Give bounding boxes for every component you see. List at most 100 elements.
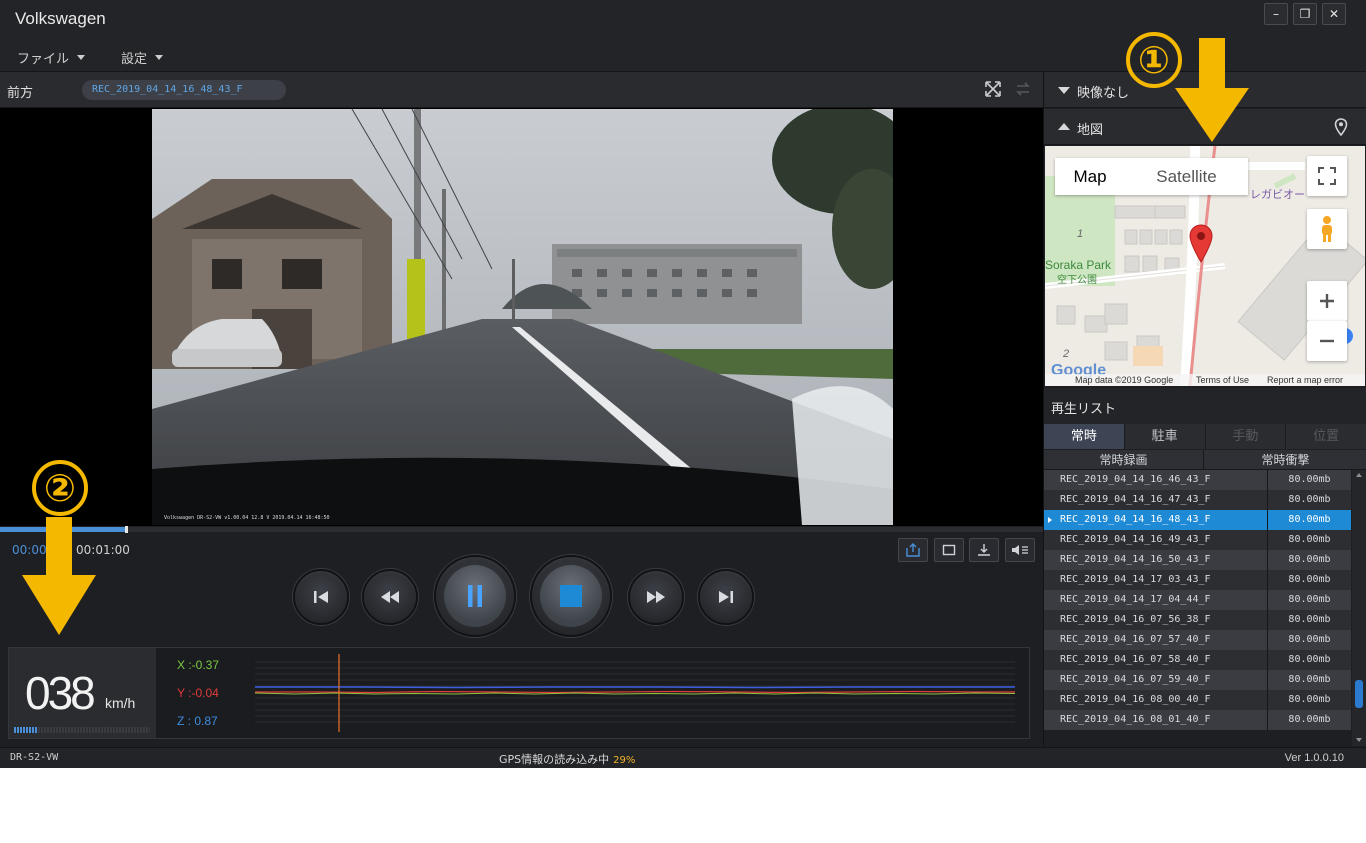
file-size: 80.00mb <box>1288 714 1331 725</box>
seek-bar[interactable] <box>0 526 1043 533</box>
file-list-row[interactable]: REC_2019_04_14_16_49_43_F 80.00mb <box>1044 530 1351 550</box>
pause-button[interactable] <box>434 555 516 637</box>
scroll-down-icon[interactable] <box>1356 738 1362 742</box>
g-sensor-x-value: X :-0.37 <box>177 658 220 672</box>
file-list-row[interactable]: REC_2019_04_14_17_04_44_F 80.00mb <box>1044 590 1351 610</box>
export-icon <box>906 543 920 557</box>
g-sensor-graph[interactable] <box>255 654 1015 732</box>
subhead-continuous-impact[interactable]: 常時衝撃 <box>1204 450 1366 469</box>
map-label-shop: レガビオー <box>1250 189 1305 201</box>
g-sensor-y-value: Y :-0.04 <box>177 686 219 700</box>
file-list-row[interactable]: REC_2019_04_16_08_00_40_F 80.00mb <box>1044 690 1351 710</box>
volume-button[interactable] <box>1005 538 1035 562</box>
file-name: REC_2019_04_14_16_46_43_F <box>1044 470 1268 490</box>
file-list-row[interactable]: REC_2019_04_14_17_03_43_F 80.00mb <box>1044 570 1351 590</box>
device-name: DR-S2-VW <box>10 752 59 763</box>
file-size: 80.00mb <box>1288 554 1331 565</box>
tab-location[interactable]: 位置 <box>1286 424 1366 449</box>
file-size: 80.00mb <box>1288 594 1331 605</box>
map-terms-link[interactable]: Terms of Use <box>1196 375 1249 385</box>
file-list-row[interactable]: REC_2019_04_14_16_48_43_F 80.00mb <box>1044 510 1351 530</box>
map-label-block-2: 2 <box>1063 348 1070 360</box>
fullscreen-icon[interactable] <box>984 81 1002 99</box>
map-label-block-1: 1 <box>1077 228 1084 240</box>
file-size: 80.00mb <box>1288 534 1331 545</box>
collapse-arrow-icon <box>1058 87 1070 94</box>
scrollbar-thumb[interactable] <box>1355 680 1363 708</box>
gps-status-text: GPS情報の読み込み中 <box>499 753 610 766</box>
file-name: REC_2019_04_14_17_03_43_F <box>1044 570 1268 590</box>
menu-file[interactable]: ファイル <box>17 48 86 67</box>
chevron-down-icon <box>77 55 86 60</box>
map-tab-satellite[interactable]: Satellite <box>1125 167 1248 187</box>
map-marker-icon[interactable] <box>1188 224 1214 264</box>
swap-camera-icon[interactable] <box>1014 81 1032 99</box>
speed-value: 038 <box>25 667 96 719</box>
file-list-row[interactable]: REC_2019_04_16_07_58_40_F 80.00mb <box>1044 650 1351 670</box>
video-section-label: 映像なし <box>1077 86 1130 101</box>
map-view[interactable]: Map Satellite Soraka Park 空下公園 レガビオー 1 2… <box>1045 146 1365 386</box>
close-button[interactable]: ✕ <box>1322 3 1346 25</box>
minus-icon <box>1320 339 1334 343</box>
g-sensor-x-line <box>255 692 1015 695</box>
file-name: REC_2019_04_14_17_04_44_F <box>1044 590 1268 610</box>
pegman-icon <box>1322 216 1332 242</box>
file-size: 80.00mb <box>1288 674 1331 685</box>
tab-manual[interactable]: 手動 <box>1205 424 1287 449</box>
file-size: 80.00mb <box>1288 474 1331 485</box>
tab-parking[interactable]: 駐車 <box>1124 424 1206 449</box>
zoom-out-button[interactable] <box>1307 321 1347 361</box>
fast-forward-button[interactable] <box>628 569 684 625</box>
callout-number-2: ② <box>32 460 88 516</box>
file-list-row[interactable]: REC_2019_04_14_16_47_43_F 80.00mb <box>1044 490 1351 510</box>
file-size: 80.00mb <box>1288 614 1331 625</box>
file-name: REC_2019_04_16_07_58_40_F <box>1044 650 1268 670</box>
file-list-row[interactable]: REC_2019_04_14_16_50_43_F 80.00mb <box>1044 550 1351 570</box>
scroll-up-icon[interactable] <box>1356 473 1362 477</box>
file-list: REC_2019_04_14_16_46_43_F 80.00mb REC_2019… <box>1044 470 1351 732</box>
minimize-button[interactable]: – <box>1264 3 1288 25</box>
file-name: REC_2019_04_16_08_01_40_F <box>1044 710 1268 730</box>
speed-bar <box>14 727 150 733</box>
snapshot-button[interactable] <box>934 538 964 562</box>
restore-button[interactable]: ❐ <box>1293 3 1317 25</box>
map-tab-map[interactable]: Map <box>1055 167 1125 187</box>
map-report-link[interactable]: Report a map error <box>1267 375 1343 385</box>
file-list-row[interactable]: REC_2019_04_16_08_01_40_F 80.00mb <box>1044 710 1351 730</box>
rewind-icon <box>381 591 399 603</box>
file-size: 80.00mb <box>1288 634 1331 645</box>
file-list-scrollbar[interactable] <box>1352 470 1366 746</box>
file-list-row[interactable]: REC_2019_04_14_16_46_43_F 80.00mb <box>1044 470 1351 490</box>
seek-bar-handle[interactable] <box>125 526 129 533</box>
callout-arrow-2-icon <box>22 517 96 635</box>
street-view-pegman[interactable] <box>1307 209 1347 249</box>
tab-continuous[interactable]: 常時 <box>1044 424 1125 449</box>
video-area[interactable]: Volkswagen DR-S2-VW v1.00.04 12.8 V 2019… <box>0 108 1043 526</box>
previous-file-button[interactable] <box>293 569 349 625</box>
dashcam-scene <box>152 109 893 525</box>
next-file-button[interactable] <box>698 569 754 625</box>
download-icon <box>978 544 990 556</box>
location-pin-icon[interactable] <box>1334 118 1348 136</box>
file-list-row[interactable]: REC_2019_04_16_07_56_38_F 80.00mb <box>1044 610 1351 630</box>
file-name: REC_2019_04_14_16_47_43_F <box>1044 490 1268 510</box>
speed-bar-fill <box>14 727 39 733</box>
download-button[interactable] <box>969 538 999 562</box>
map-fullscreen-button[interactable] <box>1307 156 1347 196</box>
chevron-down-icon <box>155 55 164 60</box>
rewind-button[interactable] <box>362 569 418 625</box>
file-size: 80.00mb <box>1288 514 1331 525</box>
pause-icon <box>468 585 482 607</box>
menu-settings[interactable]: 設定 <box>121 48 164 67</box>
g-sensor-y-line <box>255 690 1015 694</box>
file-list-row[interactable]: REC_2019_04_16_07_59_40_F 80.00mb <box>1044 670 1351 690</box>
export-clip-button[interactable] <box>898 538 928 562</box>
volume-icon <box>1012 545 1028 555</box>
zoom-in-button[interactable] <box>1307 281 1347 321</box>
subhead-continuous-recording[interactable]: 常時録画 <box>1044 450 1204 469</box>
stop-button[interactable] <box>530 555 612 637</box>
gps-status: GPS情報の読み込み中 29% <box>499 751 635 767</box>
map-type-toggle: Map Satellite <box>1055 158 1248 195</box>
file-list-row[interactable]: REC_2019_04_16_07_57_40_F 80.00mb <box>1044 630 1351 650</box>
playlist-header: 再生リスト <box>1044 388 1366 424</box>
